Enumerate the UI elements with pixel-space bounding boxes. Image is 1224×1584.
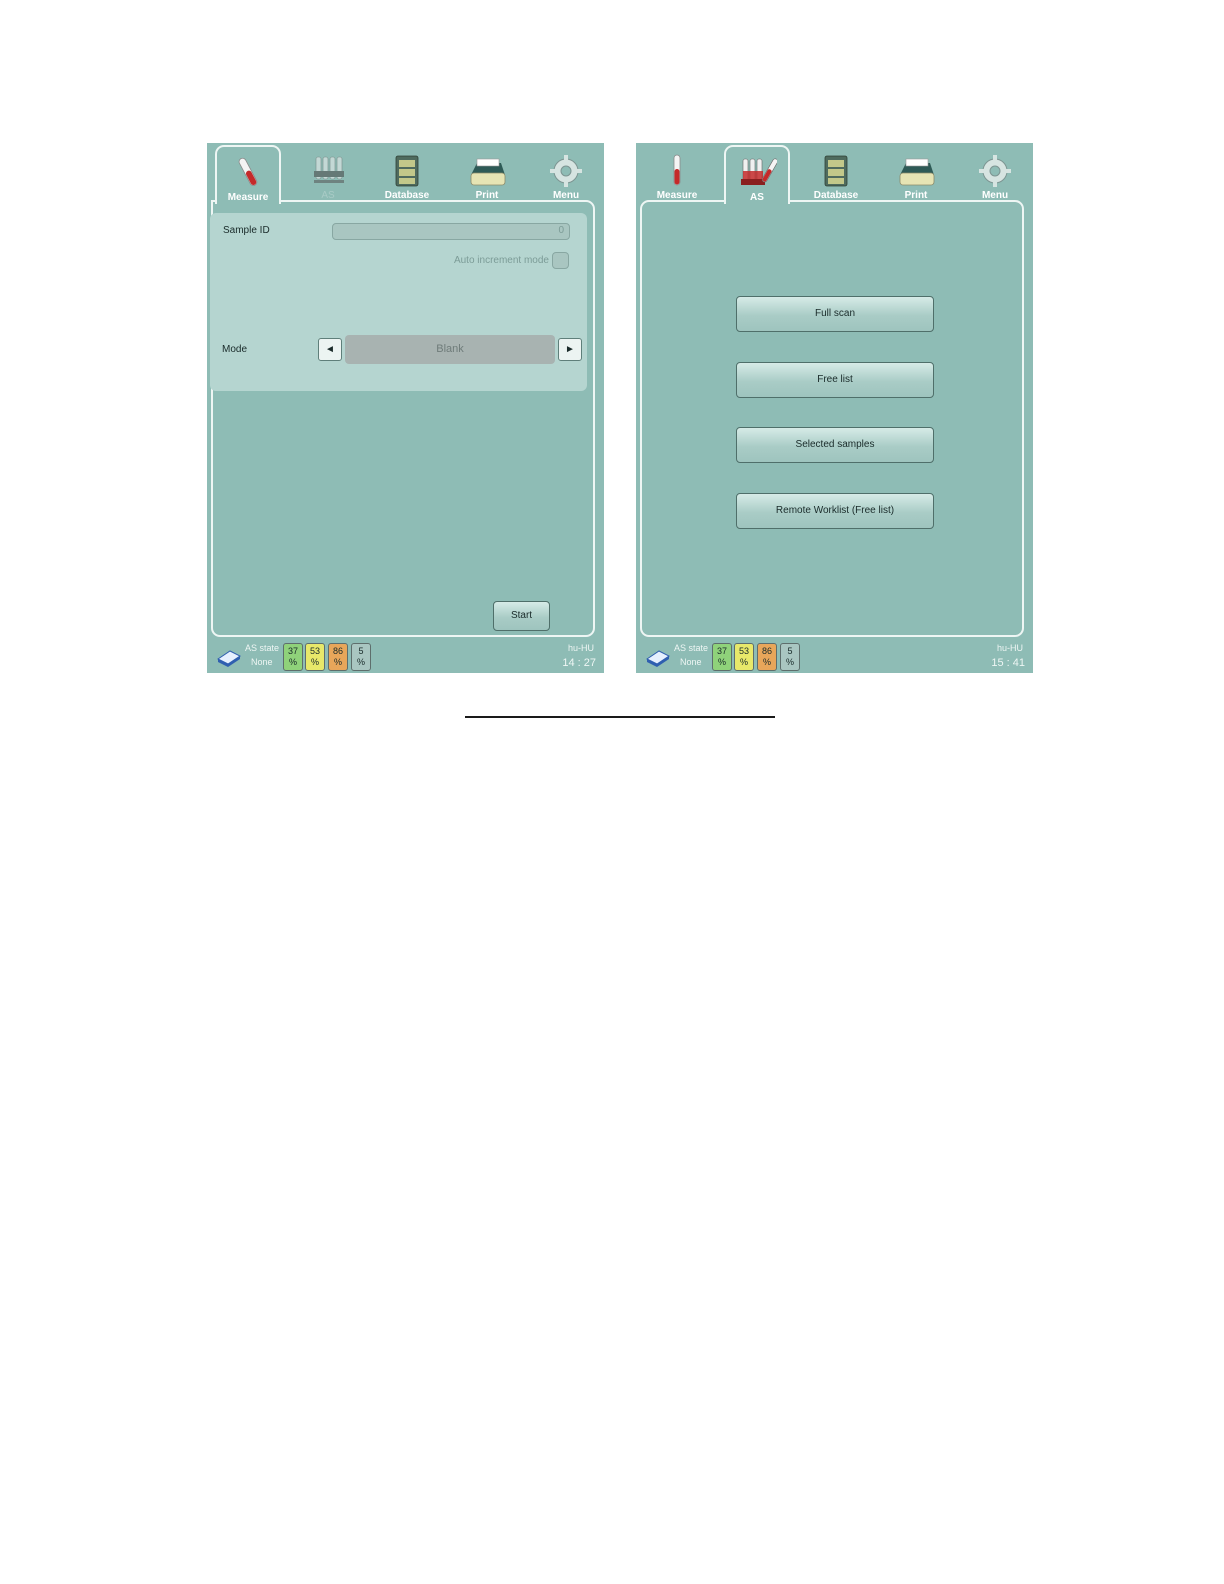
mode-label: Mode (222, 344, 248, 355)
reagent-level-3: 86% (328, 643, 348, 671)
filing-cabinet-icon (824, 155, 848, 187)
gear-icon (550, 155, 582, 187)
printer-icon (470, 158, 506, 186)
reagent-level-4: 5% (780, 643, 800, 671)
tab-label: Menu (552, 190, 580, 201)
mode-next-button[interactable]: ► (558, 338, 582, 361)
selected-samples-button[interactable]: Selected samples (736, 427, 934, 463)
tab-menu[interactable]: Menu (533, 145, 599, 202)
locale: hu-HU (567, 643, 594, 653)
as-state-label: AS state (674, 643, 709, 653)
tab-print[interactable]: Print (883, 145, 949, 202)
test-tube-icon (238, 157, 258, 186)
as-state-value: None (251, 657, 273, 667)
status-bar: AS state None 37% 53% 86% 5% hu-HU 15 : … (636, 637, 1033, 673)
as-state-value: None (680, 657, 702, 667)
filing-cabinet-icon (395, 155, 419, 187)
reagent-level-3: 86% (757, 643, 777, 671)
separator-line (465, 716, 775, 718)
tab-as[interactable]: AS (724, 145, 790, 204)
tab-label: AS (750, 192, 764, 203)
sample-rack-icon (741, 158, 777, 185)
gear-icon (979, 155, 1011, 187)
sample-id-field[interactable]: 0 (332, 223, 570, 240)
tab-as[interactable]: AS (295, 145, 361, 202)
tab-label: Measure (227, 192, 269, 203)
measure-screen: Measure AS Database Print Menu Sample ID… (207, 143, 604, 673)
sample-rack-icon (314, 156, 344, 183)
mode-prev-button[interactable]: ◄ (318, 338, 342, 361)
tab-label: Database (813, 190, 859, 201)
test-tube-icon (673, 154, 681, 186)
tab-menu[interactable]: Menu (962, 145, 1028, 202)
reagent-level-1: 37% (712, 643, 732, 671)
tab-label: AS (321, 190, 335, 201)
tab-label: Database (384, 190, 430, 201)
clock: 15 : 41 (991, 657, 1025, 669)
auto-increment-checkbox[interactable] (552, 252, 569, 269)
tab-database[interactable]: Database (374, 145, 440, 202)
status-bar: AS state None 37% 53% 86% 5% hu-HU 14 : … (207, 637, 604, 673)
remote-worklist-button[interactable]: Remote Worklist (Free list) (736, 493, 934, 529)
auto-increment-label: Auto increment mode (453, 255, 549, 266)
printer-icon (899, 158, 935, 186)
tab-measure[interactable]: Measure (644, 145, 710, 202)
tab-label: Measure (656, 190, 698, 201)
reagent-level-2: 53% (305, 643, 325, 671)
free-list-button[interactable]: Free list (736, 362, 934, 398)
full-scan-button[interactable]: Full scan (736, 296, 934, 332)
sample-id-label: Sample ID (223, 225, 270, 236)
measure-settings-panel: Sample ID 0 Auto increment mode Mode ◄ B… (210, 213, 587, 391)
locale: hu-HU (996, 643, 1023, 653)
manual-book-icon[interactable] (645, 643, 671, 669)
content-frame (640, 200, 1024, 637)
clock: 14 : 27 (562, 657, 596, 669)
tab-print[interactable]: Print (454, 145, 520, 202)
tab-label: Print (475, 190, 499, 201)
as-state-label: AS state (245, 643, 280, 653)
mode-value: Blank (345, 335, 555, 364)
sample-id-value: 0 (558, 225, 564, 236)
start-button[interactable]: Start (493, 601, 550, 631)
tab-measure[interactable]: Measure (215, 145, 281, 204)
tab-label: Menu (981, 190, 1009, 201)
as-screen: Measure AS Database Print Menu Full scan… (636, 143, 1033, 673)
tab-database[interactable]: Database (803, 145, 869, 202)
manual-book-icon[interactable] (216, 643, 242, 669)
tab-label: Print (904, 190, 928, 201)
reagent-level-2: 53% (734, 643, 754, 671)
reagent-level-4: 5% (351, 643, 371, 671)
reagent-level-1: 37% (283, 643, 303, 671)
